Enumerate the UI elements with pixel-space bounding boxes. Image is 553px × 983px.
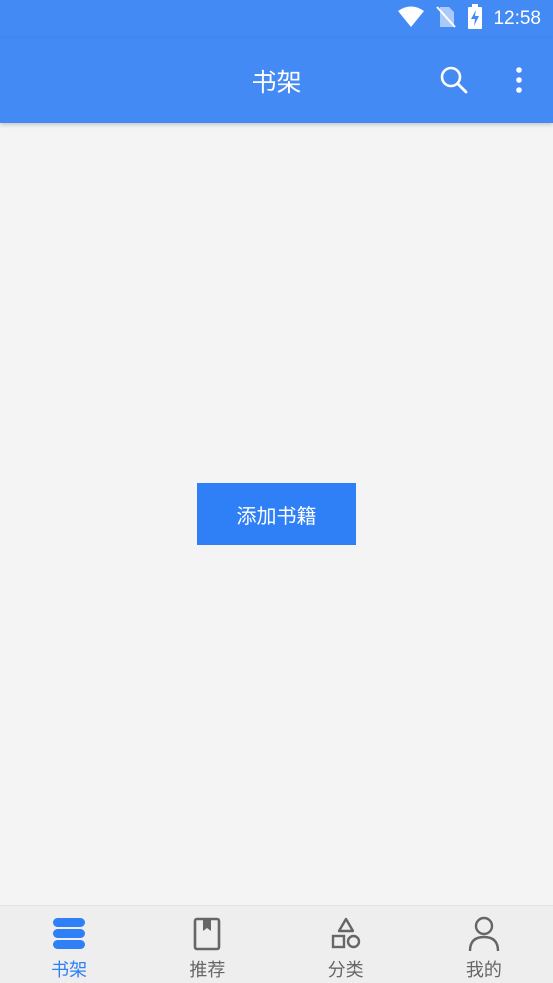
category-shapes-icon	[330, 914, 362, 954]
nav-item-mine[interactable]: 我的	[415, 906, 553, 983]
nav-item-category[interactable]: 分类	[277, 906, 415, 983]
book-icon	[193, 914, 221, 954]
nav-item-recommend[interactable]: 推荐	[138, 906, 276, 983]
bookshelf-icon	[51, 914, 87, 954]
app-bar: 书架	[0, 38, 553, 123]
no-sim-icon	[435, 5, 457, 33]
nav-label-category: 分类	[327, 960, 364, 981]
person-icon	[468, 914, 500, 954]
search-icon	[439, 65, 469, 99]
battery-charging-icon	[467, 4, 483, 34]
bookshelf-content: 添加书籍	[0, 123, 553, 905]
wifi-icon	[397, 6, 425, 32]
nav-label-mine: 我的	[465, 960, 502, 981]
search-button[interactable]	[432, 60, 476, 104]
nav-label-bookshelf: 书架	[51, 960, 88, 981]
more-vert-icon	[515, 66, 523, 98]
nav-item-bookshelf[interactable]: 书架	[0, 906, 138, 983]
status-bar: 12:58	[0, 0, 553, 38]
add-book-button[interactable]: 添加书籍	[197, 483, 356, 545]
nav-label-recommend: 推荐	[189, 960, 226, 981]
status-time: 12:58	[493, 8, 541, 29]
bottom-navigation: 书架 推荐 分类 我的	[0, 905, 553, 983]
more-options-button[interactable]	[500, 60, 538, 104]
